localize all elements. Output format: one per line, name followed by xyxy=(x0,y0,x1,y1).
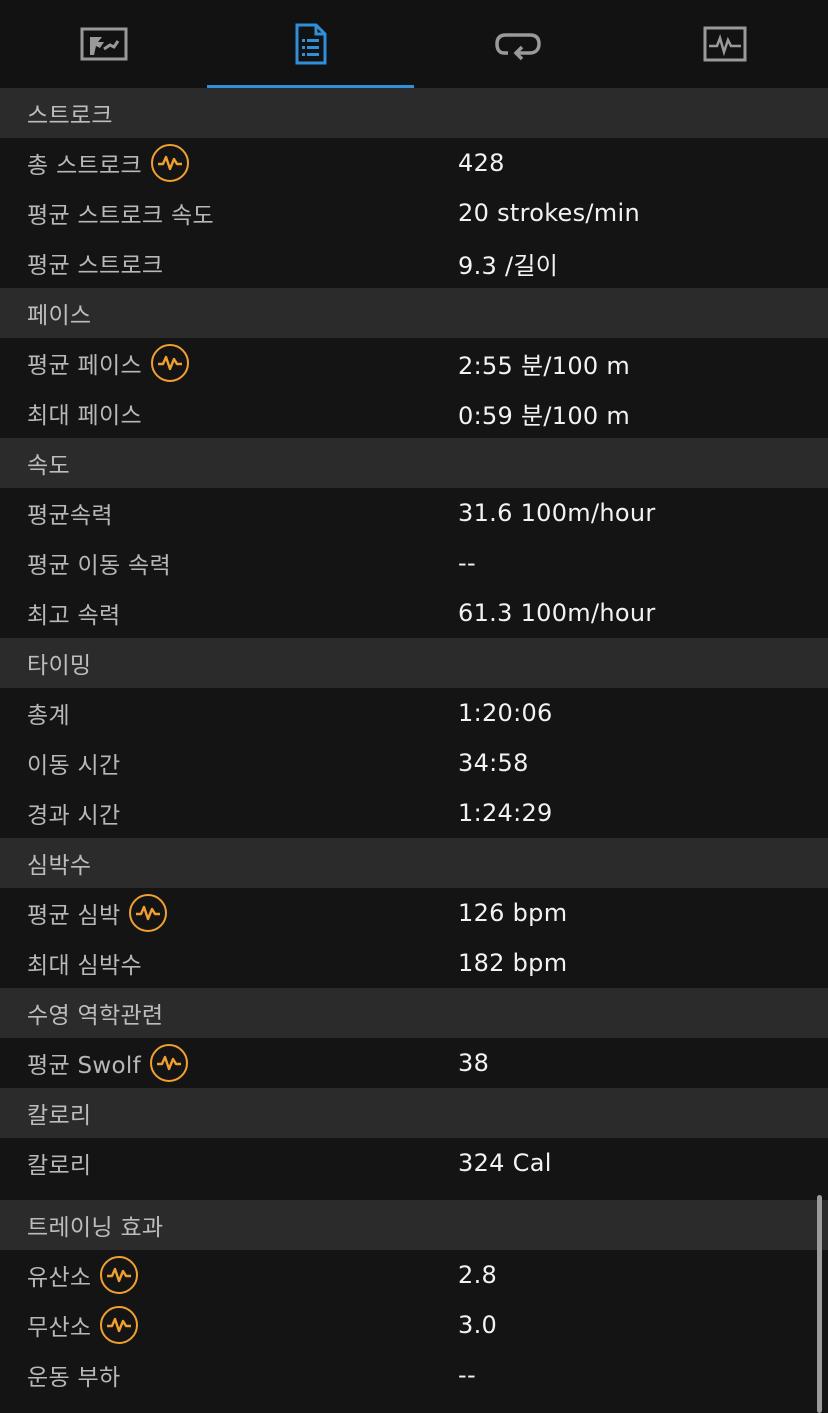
stat-value: 324 Cal xyxy=(458,1149,552,1177)
stat-value: 9.3 /길이 xyxy=(458,251,559,280)
heart-graph-icon xyxy=(703,26,747,62)
tab-summary[interactable] xyxy=(0,0,207,88)
stat-label: 최대 페이스 xyxy=(27,403,142,429)
section-header-training-effect: 트레이닝 효과 xyxy=(0,1200,828,1250)
stat-label: 최고 속력 xyxy=(27,603,121,629)
section-header-swim-dynamics: 수영 역학관련 xyxy=(0,988,828,1038)
stat-label: 평균 스트로크 xyxy=(27,253,164,279)
tab-stats[interactable] xyxy=(207,0,414,88)
stat-value: 31.6 100m/hour xyxy=(458,499,656,527)
stat-row-avg-strokes: 평균 스트로크 9.3 /길이 xyxy=(0,238,828,288)
stat-row-aerobic: 유산소 2.8 xyxy=(0,1250,828,1300)
stat-label: 무산소 xyxy=(27,1315,92,1341)
stat-row-total-strokes: 총 스트로크 428 xyxy=(0,138,828,188)
stat-label: 최대 심박수 xyxy=(27,953,142,979)
section-title: 칼로리 xyxy=(27,1103,92,1129)
heart-rate-wave-icon[interactable] xyxy=(100,1256,139,1294)
stat-value: 0:59 분/100 m xyxy=(458,401,631,430)
stat-label: 평균 스트로크 속도 xyxy=(27,203,214,229)
stat-value: 38 xyxy=(458,1049,490,1077)
stat-row-avg-swolf: 평균 Swolf 38 xyxy=(0,1038,828,1088)
section-title: 페이스 xyxy=(27,303,92,329)
stat-label: 경과 시간 xyxy=(27,803,121,829)
stat-row-total-time: 총계 1:20:06 xyxy=(0,688,828,738)
heart-rate-wave-icon[interactable] xyxy=(100,1306,139,1344)
section-header-stroke: 스트로크 xyxy=(0,88,828,138)
section-header-heart-rate: 심박수 xyxy=(0,838,828,888)
section-title: 트레이닝 효과 xyxy=(27,1215,164,1241)
summary-chart-icon xyxy=(80,27,128,61)
stat-row-avg-hr: 평균 심박 126 bpm xyxy=(0,888,828,938)
stat-label: 이동 시간 xyxy=(27,753,121,779)
stat-label: 운동 부하 xyxy=(27,1365,121,1391)
section-header-pace: 페이스 xyxy=(0,288,828,338)
stat-row-avg-moving-speed: 평균 이동 속력 -- xyxy=(0,538,828,588)
stat-row-training-load: 운동 부하 -- xyxy=(0,1350,828,1400)
stat-label: 총계 xyxy=(27,703,70,729)
stat-value: 3.0 xyxy=(458,1311,498,1339)
stat-value: 1:24:29 xyxy=(458,799,553,827)
stat-label: 평균 심박 xyxy=(27,903,121,929)
stat-label: 유산소 xyxy=(27,1265,92,1291)
heart-rate-wave-icon[interactable] xyxy=(150,344,189,382)
stat-value: 34:58 xyxy=(458,749,529,777)
section-title: 심박수 xyxy=(27,853,92,879)
heart-rate-wave-icon[interactable] xyxy=(150,144,189,182)
stats-document-icon xyxy=(294,22,328,66)
stat-value: -- xyxy=(458,549,476,577)
stat-row-calories: 칼로리 324 Cal xyxy=(0,1138,828,1188)
section-header-calories: 칼로리 xyxy=(0,1088,828,1138)
vertical-scrollbar[interactable] xyxy=(817,1195,822,1413)
activity-stats-screen: 스트로크 총 스트로크 428 평균 스트로크 속도 20 strokes/mi… xyxy=(0,0,828,1413)
tab-graphs[interactable] xyxy=(621,0,828,88)
stat-value: 2.8 xyxy=(458,1261,498,1289)
section-title: 수영 역학관련 xyxy=(27,1003,164,1029)
stat-value: 61.3 100m/hour xyxy=(458,599,656,627)
section-header-speed: 속도 xyxy=(0,438,828,488)
section-title: 스트로크 xyxy=(27,103,113,129)
stat-label: 평균 이동 속력 xyxy=(27,553,171,579)
stat-row-avg-stroke-rate: 평균 스트로크 속도 20 strokes/min xyxy=(0,188,828,238)
section-gap xyxy=(0,1188,828,1200)
stat-value: -- xyxy=(458,1361,476,1389)
heart-rate-wave-icon[interactable] xyxy=(129,894,168,932)
laps-loop-icon xyxy=(494,27,542,61)
stat-value: 428 xyxy=(458,149,505,177)
section-title: 타이밍 xyxy=(27,653,92,679)
stat-label: 평균 페이스 xyxy=(27,353,142,379)
section-title: 속도 xyxy=(27,453,70,479)
stat-value: 1:20:06 xyxy=(458,699,553,727)
stat-row-max-pace: 최대 페이스 0:59 분/100 m xyxy=(0,388,828,438)
stat-row-moving-time: 이동 시간 34:58 xyxy=(0,738,828,788)
stat-value: 126 bpm xyxy=(458,899,568,927)
heart-rate-wave-icon[interactable] xyxy=(150,1044,189,1082)
stat-row-avg-pace: 평균 페이스 2:55 분/100 m xyxy=(0,338,828,388)
stat-row-elapsed-time: 경과 시간 1:24:29 xyxy=(0,788,828,838)
tab-laps[interactable] xyxy=(414,0,621,88)
stat-label: 평균 Swolf xyxy=(27,1053,142,1079)
stat-label: 평균속력 xyxy=(27,503,113,529)
stat-label: 총 스트로크 xyxy=(27,153,142,179)
stat-label: 칼로리 xyxy=(27,1153,92,1179)
stat-row-anaerobic: 무산소 3.0 xyxy=(0,1300,828,1350)
stat-value: 182 bpm xyxy=(458,949,568,977)
tab-bar xyxy=(0,0,828,88)
active-tab-indicator xyxy=(207,85,414,88)
stat-value: 20 strokes/min xyxy=(458,199,640,227)
stat-row-max-speed: 최고 속력 61.3 100m/hour xyxy=(0,588,828,638)
stat-value: 2:55 분/100 m xyxy=(458,351,631,380)
section-header-timing: 타이밍 xyxy=(0,638,828,688)
stat-row-max-hr: 최대 심박수 182 bpm xyxy=(0,938,828,988)
stat-row-avg-speed: 평균속력 31.6 100m/hour xyxy=(0,488,828,538)
